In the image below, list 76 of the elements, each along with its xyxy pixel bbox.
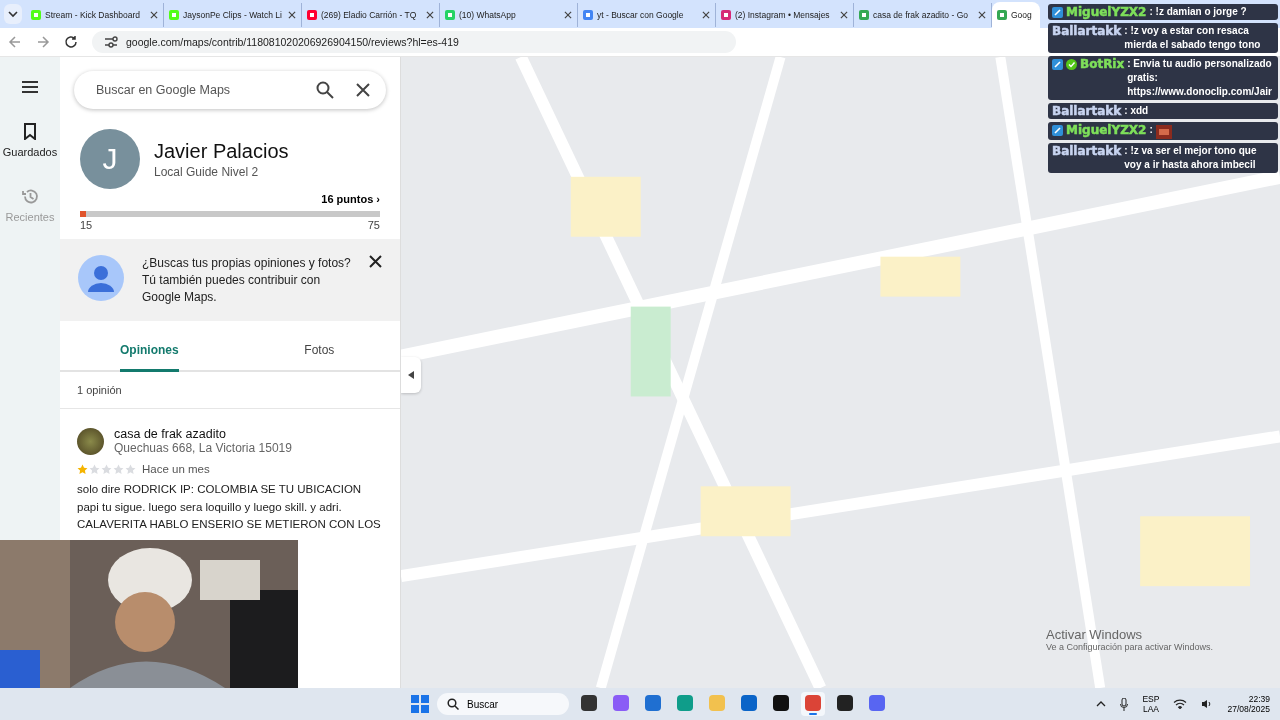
browser-tab[interactable]: (2) Instagram • Mensajes xyxy=(716,3,854,27)
tune-icon[interactable] xyxy=(104,36,118,48)
close-icon[interactable] xyxy=(150,11,158,19)
tab[interactable]: Opiniones xyxy=(120,333,179,373)
close-icon[interactable] xyxy=(840,11,848,19)
place-avatar xyxy=(77,427,104,455)
history-icon[interactable] xyxy=(21,188,39,205)
back-icon[interactable] xyxy=(8,35,22,49)
close-icon[interactable] xyxy=(369,255,382,268)
review-count: 1 opinión xyxy=(60,372,400,410)
guide-level: Local Guide Nivel 2 xyxy=(154,164,260,179)
close-icon[interactable] xyxy=(702,11,710,19)
chat-message: : Envia tu audio personalizado gratis: https://www.donoclip.com/Jair xyxy=(1127,57,1273,99)
chat-username: MiguelYZX2 xyxy=(1066,5,1147,19)
rail-item[interactable]: Guardados xyxy=(2,146,58,158)
search-icon[interactable] xyxy=(316,81,334,99)
chat-message: : xdd xyxy=(1124,104,1149,118)
close-icon[interactable] xyxy=(356,83,370,97)
bookmark-icon[interactable] xyxy=(23,123,37,140)
browser-tab[interactable]: (269) Eladio Carrión - TQ xyxy=(302,3,440,27)
reload-icon[interactable] xyxy=(64,35,78,49)
browser-tab[interactable]: JaysonPe Clips - Watch Li xyxy=(164,3,302,27)
scale-max: 75 xyxy=(367,219,380,231)
forward-icon[interactable] xyxy=(36,35,50,49)
close-icon[interactable] xyxy=(288,11,296,19)
site-icon xyxy=(721,10,731,20)
browser-tab[interactable]: Stream - Kick Dashboard xyxy=(26,3,164,27)
chat-message: : !z va ser el mejor tono que voy a ir hasta ahora imbecil xyxy=(1124,144,1258,172)
chat-username: MiguelYZX2 xyxy=(1066,123,1147,137)
microphone-icon[interactable] xyxy=(1120,697,1129,711)
search-icon xyxy=(447,698,459,710)
search-field[interactable]: Buscar en Google Maps xyxy=(94,82,294,98)
browser-tab[interactable]: (10) WhatsApp xyxy=(440,3,578,27)
review-time: Hace un mes xyxy=(142,463,210,476)
profile-name: Javier Palacios xyxy=(154,139,289,163)
browser-tab[interactable]: yt - Buscar con Google xyxy=(578,3,716,27)
site-icon xyxy=(31,10,41,20)
taskbar-search[interactable]: Buscar xyxy=(437,693,569,715)
wifi-icon[interactable] xyxy=(1173,699,1188,709)
site-icon xyxy=(859,10,869,20)
person-icon xyxy=(78,255,124,301)
close-icon[interactable] xyxy=(564,11,572,19)
chat-username: Ballartakk xyxy=(1052,24,1122,38)
chat-message: : xyxy=(1149,123,1153,137)
close-icon[interactable] xyxy=(426,11,434,19)
scale-min: 15 xyxy=(80,219,93,231)
chat-username: BotRix xyxy=(1080,57,1125,71)
chat-username: Ballartakk xyxy=(1052,104,1122,118)
site-icon xyxy=(445,10,455,20)
activation-watermark: Activar Windows xyxy=(1046,627,1144,642)
points-link[interactable]: 16 puntos › xyxy=(321,193,380,205)
clock[interactable]: 22:39 27/08/2025 xyxy=(1227,693,1270,715)
activation-hint: Ve a Configuración para activar Windows. xyxy=(1046,642,1214,652)
chat-message: : !z voy a estar con resaca mierda el sabado tengo tono xyxy=(1124,24,1262,52)
site-icon xyxy=(997,10,1007,20)
promo-text: ¿Buscas tus propias opiniones y fotos? Tú también puedes contribuir con Google Maps. xyxy=(142,255,351,306)
site-icon xyxy=(583,10,593,20)
language-indicator[interactable]: ESP LAA xyxy=(1142,693,1160,715)
chat-message: : !z damian o jorge ? xyxy=(1149,5,1247,19)
close-icon[interactable] xyxy=(978,11,986,19)
tab[interactable]: Fotos xyxy=(298,333,340,373)
menu-icon[interactable] xyxy=(22,81,38,93)
place-address: Quechuas 668, La Victoria 15019 xyxy=(114,441,292,456)
caret-left-icon xyxy=(408,371,414,379)
tab-list-button[interactable] xyxy=(4,4,22,24)
start-icon[interactable] xyxy=(411,695,429,713)
avatar: J xyxy=(80,129,140,189)
collapse-button[interactable] xyxy=(401,357,421,393)
chevron-up-icon[interactable] xyxy=(1096,701,1107,707)
site-icon xyxy=(169,10,179,20)
place-name[interactable]: casa de frak azadito xyxy=(114,427,292,442)
review-text: solo dire RODRICK IP: COLOMBIA SE TU UBICACION papi tu sigue. luego sera loquillo y luego skill. y adri. CALAVERITA HABLO ENSERIO SE METIERON CON LOS xyxy=(77,482,382,532)
chevron-down-icon xyxy=(7,10,19,18)
chat-username: Ballartakk xyxy=(1052,144,1122,158)
site-icon xyxy=(307,10,317,20)
browser-tab[interactable]: Goog xyxy=(992,2,1040,28)
